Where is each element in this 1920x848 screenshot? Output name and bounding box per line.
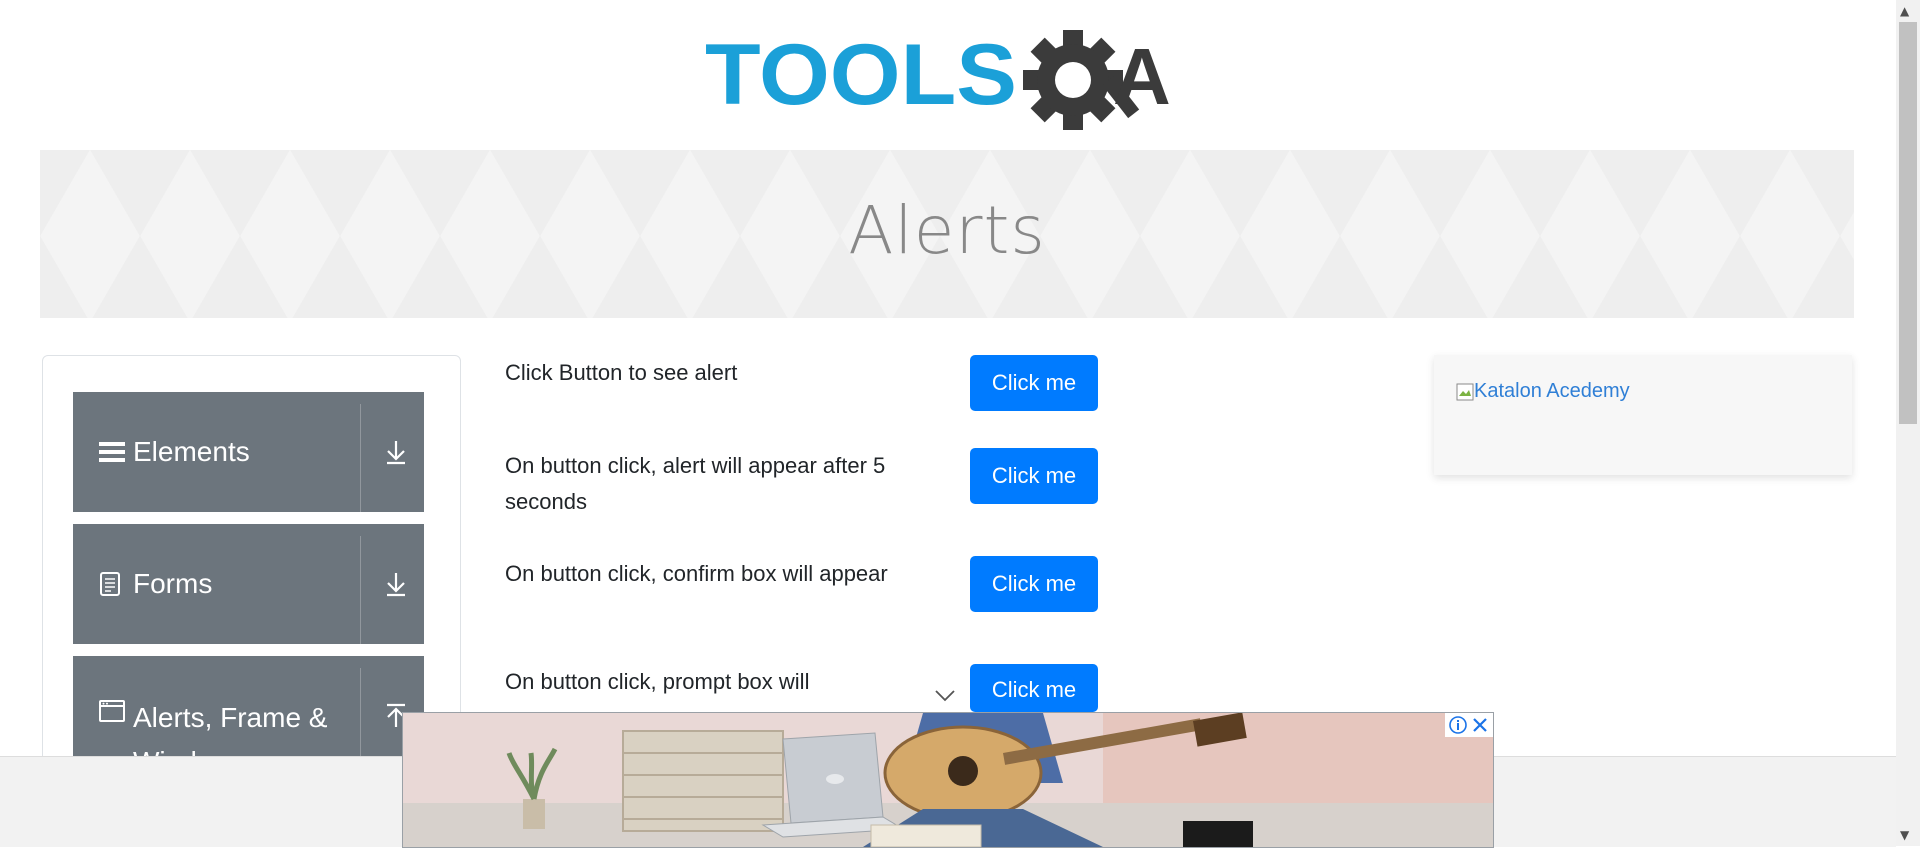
sidebar-group-label: Forms — [133, 568, 213, 599]
page-banner: Alerts — [40, 150, 1854, 318]
confirm-description: On button click, confirm box will appear — [505, 561, 888, 586]
alert-description: Click Button to see alert — [505, 360, 738, 385]
page-scrollbar[interactable]: ▲ ▼ — [1896, 0, 1920, 846]
timer-alert-button[interactable]: Click me — [970, 448, 1098, 504]
divider — [360, 536, 361, 644]
ad-card[interactable]: Katalon Acedemy — [1434, 355, 1852, 475]
toolsqa-logo[interactable]: TOOLS A — [705, 22, 1193, 134]
divider — [360, 404, 361, 512]
broken-image-icon — [1456, 383, 1474, 400]
sidebar-group-label: Elements — [133, 436, 250, 467]
info-icon[interactable] — [1448, 715, 1468, 735]
broken-image-link[interactable]: Katalon Acedemy — [1456, 380, 1630, 403]
logo-tools-text: TOOLS — [705, 27, 1017, 123]
confirm-button[interactable]: Click me — [970, 556, 1098, 612]
logo-graphic: TOOLS A — [705, 27, 1171, 130]
download-arrow-icon[interactable] — [376, 392, 416, 512]
ad-alt-text: Katalon Acedemy — [1474, 380, 1630, 402]
bottom-ad-banner[interactable] — [402, 712, 1494, 848]
close-icon[interactable] — [1470, 715, 1490, 735]
download-arrow-icon[interactable] — [376, 524, 416, 644]
prompt-description: On button click, prompt box will — [505, 669, 810, 694]
sidebar-group-forms[interactable]: Forms — [73, 524, 424, 644]
sidebar-group-alerts-frame-windows[interactable]: Alerts, Frame & Windows — [73, 656, 424, 777]
timer-alert-description: On button click, alert will appear after… — [505, 453, 886, 514]
alert-button[interactable]: Click me — [970, 355, 1098, 411]
scroll-up-arrow-icon[interactable]: ▲ — [1900, 4, 1909, 18]
sidebar-group-elements[interactable]: Elements — [73, 392, 424, 512]
hamburger-icon — [99, 440, 127, 464]
scrollbar-thumb[interactable] — [1899, 22, 1917, 424]
document-icon — [99, 571, 127, 597]
divider — [360, 668, 361, 756]
prompt-button[interactable]: Click me — [970, 664, 1098, 712]
logo-qa-text: A — [1113, 32, 1171, 121]
scroll-down-arrow-icon[interactable]: ▼ — [1900, 828, 1909, 842]
page-title: Alerts — [848, 192, 1046, 269]
chevron-down-icon[interactable] — [932, 688, 958, 704]
ad-controls — [1445, 713, 1493, 737]
ad-image — [403, 713, 1493, 847]
window-icon — [99, 700, 127, 722]
